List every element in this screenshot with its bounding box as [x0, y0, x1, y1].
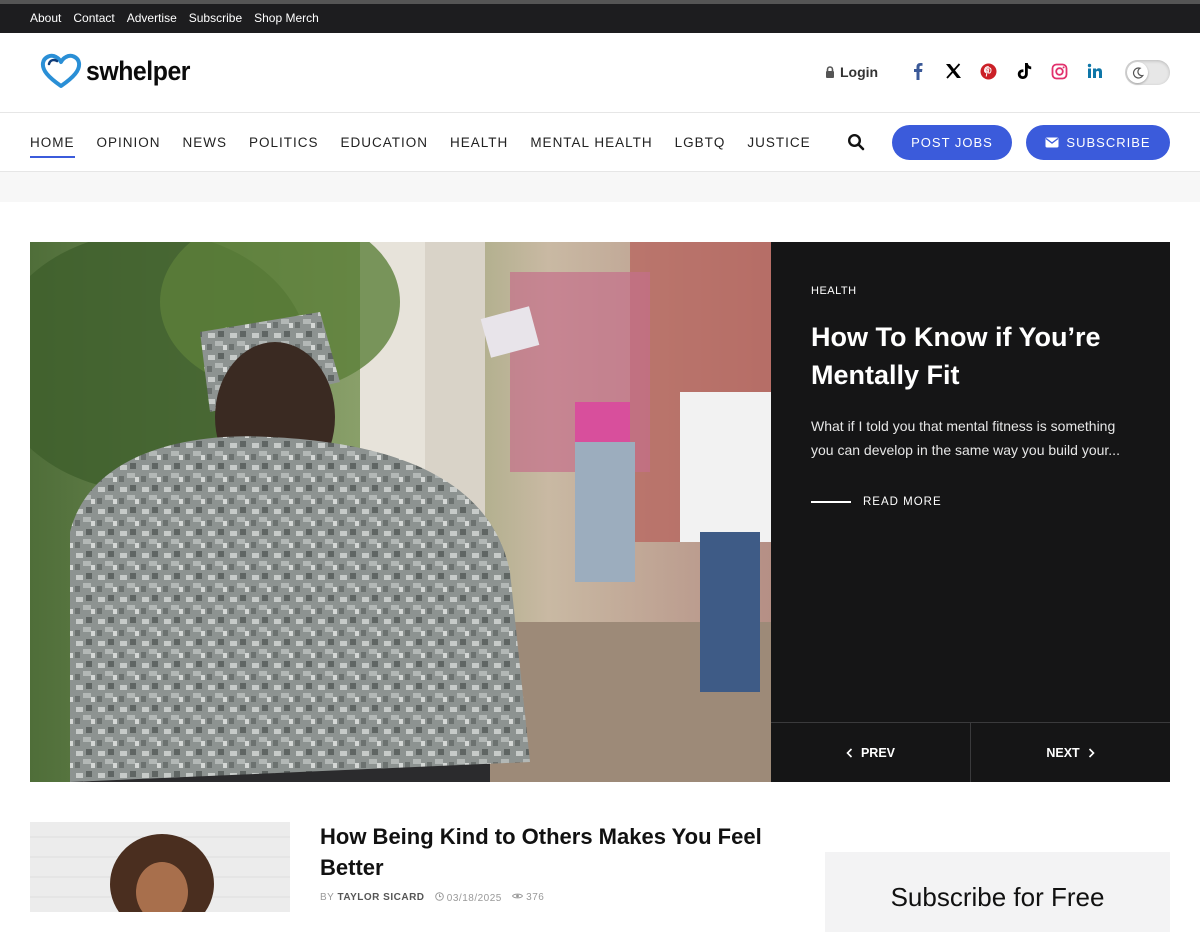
lock-icon — [826, 66, 834, 78]
nav-item-news[interactable]: NEWS — [183, 135, 228, 158]
read-more-line — [811, 501, 851, 503]
nav-item-opinion[interactable]: OPINION — [97, 135, 161, 158]
hero-title[interactable]: How To Know if You’re Mentally Fit — [811, 318, 1141, 394]
moon-icon — [1132, 66, 1144, 79]
prev-button[interactable]: PREV — [771, 723, 971, 782]
x-icon[interactable] — [936, 59, 972, 83]
article-date: 03/18/2025 — [446, 893, 502, 904]
read-more-link[interactable]: READ MORE — [811, 496, 942, 508]
envelope-icon — [1045, 137, 1059, 148]
chevron-left-icon — [846, 747, 853, 758]
article-title[interactable]: How Being Kind to Others Makes You Feel … — [320, 821, 770, 883]
article-photo — [30, 822, 290, 912]
site-header: swhelper Login — [0, 33, 1200, 113]
nav-item-health[interactable]: HEALTH — [450, 135, 508, 158]
subscribe-widget: Subscribe for Free — [825, 852, 1170, 932]
chevron-right-icon — [1088, 747, 1095, 758]
nav-item-education[interactable]: EDUCATION — [341, 135, 429, 158]
hero-category[interactable]: HEALTH — [811, 285, 857, 297]
linkedin-icon[interactable] — [1078, 59, 1114, 83]
next-button[interactable]: NEXT — [971, 723, 1170, 782]
read-more-label: READ MORE — [863, 496, 942, 508]
date-line: 03/18/2025 — [434, 892, 502, 904]
nav-item-lgbtq[interactable]: LGBTQ — [675, 135, 726, 158]
social-links — [900, 59, 1113, 83]
top-link-advertise[interactable]: Advertise — [127, 11, 177, 25]
post-jobs-button[interactable]: POST JOBS — [892, 125, 1012, 160]
facebook-icon[interactable] — [900, 59, 936, 83]
eye-icon — [511, 893, 523, 899]
heart-logo-icon — [40, 53, 82, 88]
subscribe-label: SUBSCRIBE — [1066, 135, 1151, 150]
nav-item-home[interactable]: HOME — [30, 135, 75, 158]
hero-excerpt: What if I told you that mental fitness i… — [811, 418, 1120, 458]
prev-label: PREV — [860, 745, 896, 760]
hero-slider-nav: PREV NEXT — [771, 722, 1170, 782]
views-line: 376 — [511, 892, 545, 904]
subscribe-button[interactable]: SUBSCRIBE — [1026, 125, 1170, 160]
ad-strip — [0, 172, 1200, 202]
top-links: About Contact Advertise Subscribe Shop M… — [30, 11, 319, 25]
login-link[interactable]: Login — [825, 64, 878, 80]
next-label: NEXT — [1046, 745, 1080, 760]
nav-menu: HOME OPINION NEWS POLITICS EDUCATION HEA… — [30, 135, 833, 158]
nav-item-justice[interactable]: JUSTICE — [747, 135, 810, 158]
search-icon — [847, 133, 865, 151]
top-link-subscribe[interactable]: Subscribe — [189, 11, 242, 25]
article-views: 376 — [526, 892, 545, 903]
post-jobs-label: POST JOBS — [911, 135, 993, 150]
subscribe-widget-title: Subscribe for Free — [890, 882, 1105, 912]
author-line: BY TAYLOR SICARD — [320, 892, 425, 904]
pinterest-icon[interactable] — [971, 59, 1007, 83]
top-bar: About Contact Advertise Subscribe Shop M… — [0, 0, 1200, 33]
logo-text: swhelper — [86, 55, 191, 86]
nav-item-mental-health[interactable]: MENTAL HEALTH — [530, 135, 652, 158]
login-label: Login — [840, 64, 879, 80]
tiktok-icon[interactable] — [1007, 59, 1043, 83]
article-meta: BY TAYLOR SICARD 03/18/2025 376 — [320, 892, 544, 904]
site-logo[interactable]: swhelper — [40, 53, 199, 89]
toggle-knob — [1127, 62, 1148, 83]
top-link-shop-merch[interactable]: Shop Merch — [254, 11, 319, 25]
hero-image[interactable] — [30, 242, 771, 782]
top-link-about[interactable]: About — [30, 11, 61, 25]
hero-panel: HEALTH How To Know if You’re Mentally Fi… — [771, 242, 1170, 782]
dark-mode-toggle[interactable] — [1125, 60, 1170, 85]
instagram-icon[interactable] — [1042, 59, 1078, 83]
top-link-contact[interactable]: Contact — [73, 11, 114, 25]
author-prefix: BY — [320, 892, 335, 903]
main-nav: HOME OPINION NEWS POLITICS EDUCATION HEA… — [0, 113, 1200, 172]
search-button[interactable] — [847, 133, 867, 153]
hero-photo — [30, 242, 771, 782]
author-name[interactable]: TAYLOR SICARD — [337, 892, 424, 903]
article-thumbnail[interactable] — [30, 822, 290, 912]
nav-item-politics[interactable]: POLITICS — [249, 135, 319, 158]
